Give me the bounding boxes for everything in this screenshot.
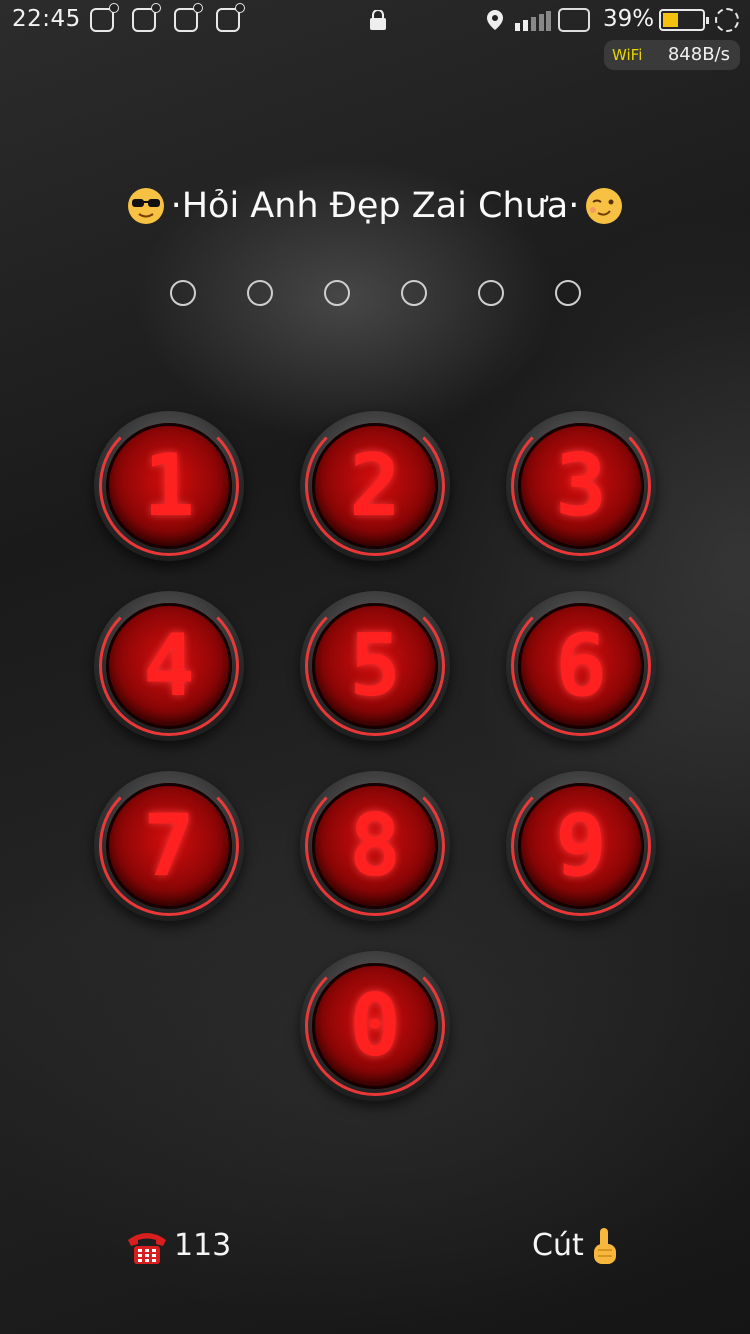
battery-cap [706,17,709,24]
key-4[interactable]: 4 [94,591,244,741]
key-label: 4 [143,616,195,716]
pin-dot [247,280,273,306]
emergency-call-label: 113 [174,1228,232,1263]
cancel-button[interactable]: Cút [532,1226,632,1270]
key-8[interactable]: 8 [300,771,450,921]
key-7[interactable]: 7 [94,771,244,921]
pin-dot [324,280,350,306]
lock-icon [370,10,386,30]
key-6[interactable]: 6 [506,591,656,741]
key-label: 3 [555,436,607,536]
status-time: 22:45 [12,6,81,32]
key-label: 2 [349,436,401,536]
messenger-icon [132,3,161,32]
location-icon [487,10,503,30]
key-label: 6 [555,616,607,716]
key-label: 1 [143,436,195,536]
pin-dot [170,280,196,306]
battery-icon [659,9,709,31]
status-bar: 22:45 39% WiFi 848B/s [0,0,750,70]
signal-icon [515,11,551,31]
key-label: 7 [143,796,195,896]
key-9[interactable]: 9 [506,771,656,921]
pointing-up-hand-icon [594,1228,616,1264]
key-2[interactable]: 2 [300,411,450,561]
battery-percent: 39% [603,6,655,32]
pin-dot [401,280,427,306]
telephone-icon [128,1233,166,1264]
mail-icon [90,3,119,32]
zalo-icon [174,3,203,32]
pin-dot [478,280,504,306]
key-label: 8 [349,796,401,896]
key-label: 5 [349,616,401,716]
network-speed-badge: WiFi 848B/s [604,40,740,70]
cancel-label: Cút [532,1228,584,1263]
key-0[interactable]: 0 [300,951,450,1101]
network-speed-value: 848B/s [667,44,730,65]
battery-level-fill [663,13,678,27]
lock-title-row: ·Hỏi Anh Đẹp Zai Chưa· [0,186,750,226]
sync-icon [715,8,739,32]
sunglasses-emoji-icon [127,188,164,224]
key-label: 9 [555,796,607,896]
key-5[interactable]: 5 [300,591,450,741]
wifi-icon [558,8,590,32]
chat-icon [216,3,245,32]
lock-title: ·Hỏi Anh Đẹp Zai Chưa· [170,186,580,226]
network-speed-label: WiFi [612,46,643,64]
key-3[interactable]: 3 [506,411,656,561]
wink-emoji-icon [586,188,623,224]
key-label: 0 [349,976,401,1076]
key-1[interactable]: 1 [94,411,244,561]
pin-dot [555,280,581,306]
pin-indicator [170,280,590,306]
